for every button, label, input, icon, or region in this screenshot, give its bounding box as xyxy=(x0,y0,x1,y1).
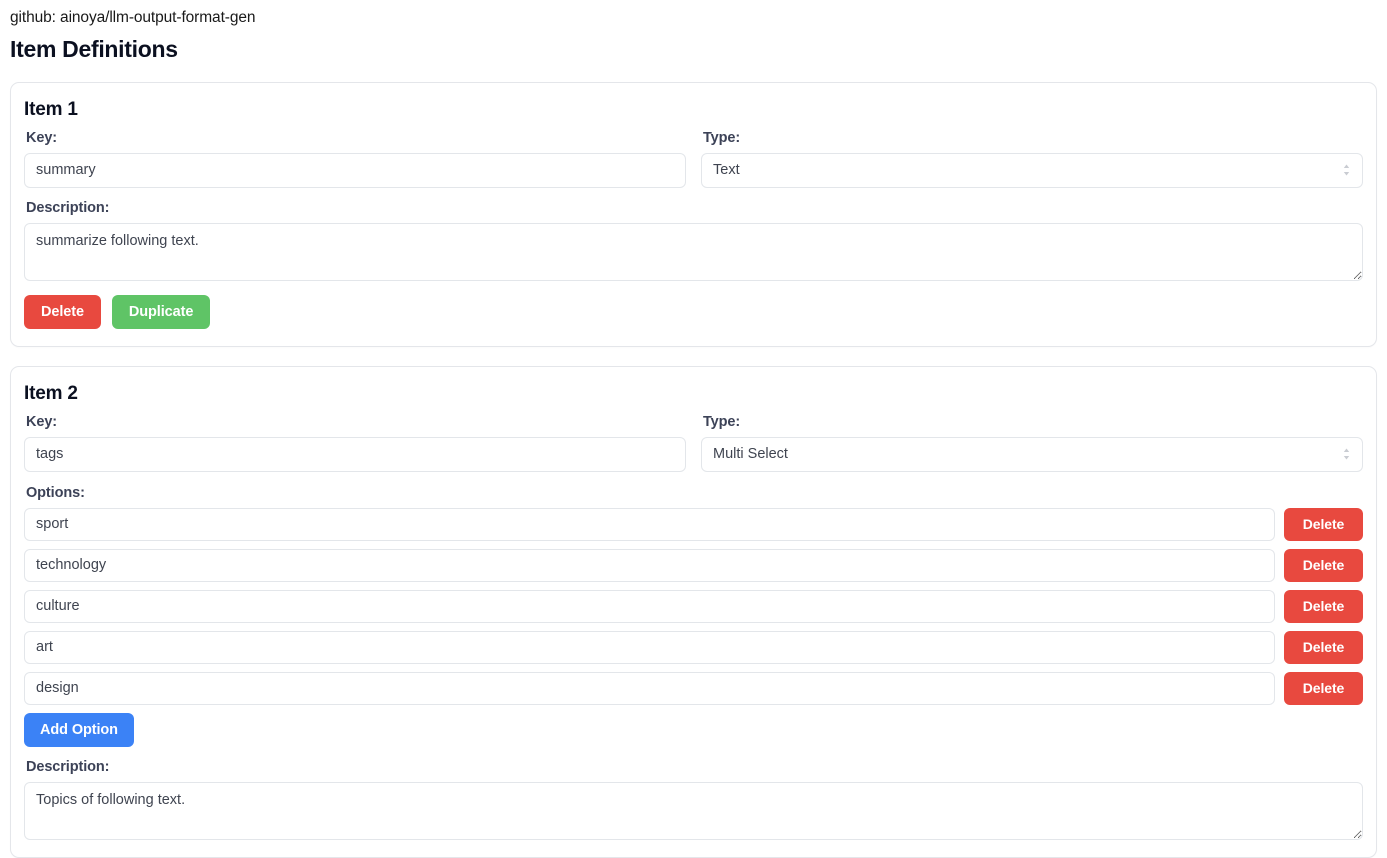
option-row: Delete xyxy=(24,589,1363,623)
item-2-description-textarea[interactable]: Topics of following text. xyxy=(24,781,1363,840)
item-1-key-input[interactable] xyxy=(24,152,686,188)
repo-source-line: github: ainoya/llm-output-format-gen xyxy=(10,9,256,26)
item-1-key-field: Key: xyxy=(24,130,686,188)
option-row: Delete xyxy=(24,507,1363,541)
item-2-title: Item 2 xyxy=(24,382,78,404)
item-2-key-label: Key: xyxy=(26,413,58,430)
option-delete-button-5[interactable]: Delete xyxy=(1284,671,1363,705)
item-2-type-select[interactable] xyxy=(701,436,1363,472)
item-2-options-label: Options: xyxy=(26,484,85,501)
item-1-type-select[interactable] xyxy=(701,152,1363,188)
item-2-description-field: Description: Topics of following text. xyxy=(24,759,1363,840)
item-2-options-block: Options: Delete Delete Delete Delete Del… xyxy=(24,485,1363,747)
item-1-description-label: Description: xyxy=(26,199,110,216)
item-1-actions: Delete Duplicate xyxy=(24,294,1363,329)
option-delete-button-1[interactable]: Delete xyxy=(1284,507,1363,541)
item-1-type-select-wrapper xyxy=(701,152,1363,188)
item-1-delete-button[interactable]: Delete xyxy=(24,294,101,329)
item-2-type-field: Type: xyxy=(701,414,1363,472)
option-row: Delete xyxy=(24,630,1363,664)
option-delete-button-3[interactable]: Delete xyxy=(1284,589,1363,623)
add-option-button[interactable]: Add Option xyxy=(24,712,134,747)
option-input-1[interactable] xyxy=(24,507,1275,541)
page-title: Item Definitions xyxy=(10,35,178,62)
item-card-2: Item 2 Key: Type: xyxy=(10,365,1377,858)
item-1-title: Item 1 xyxy=(24,98,78,120)
item-2-type-select-wrapper xyxy=(701,436,1363,472)
item-1-description-textarea[interactable]: summarize following text. xyxy=(24,222,1363,281)
item-1-type-label: Type: xyxy=(703,129,741,146)
option-input-3[interactable] xyxy=(24,589,1275,623)
option-delete-button-4[interactable]: Delete xyxy=(1284,630,1363,664)
item-2-key-type-row: Key: Type: xyxy=(24,414,1363,472)
option-row: Delete xyxy=(24,671,1363,705)
item-1-type-field: Type: xyxy=(701,130,1363,188)
option-input-2[interactable] xyxy=(24,548,1275,582)
option-input-4[interactable] xyxy=(24,630,1275,664)
add-option-wrapper: Add Option xyxy=(24,712,1363,747)
item-1-key-label: Key: xyxy=(26,129,58,146)
item-2-type-label: Type: xyxy=(703,413,741,430)
item-card-1: Item 1 Key: Type: xyxy=(10,81,1377,347)
item-2-description-label: Description: xyxy=(26,758,110,775)
item-1-description-field: Description: summarize following text. xyxy=(24,200,1363,281)
option-row: Delete xyxy=(24,548,1363,582)
option-input-5[interactable] xyxy=(24,671,1275,705)
item-1-key-type-row: Key: Type: xyxy=(24,130,1363,188)
item-2-key-field: Key: xyxy=(24,414,686,472)
item-2-key-input[interactable] xyxy=(24,436,686,472)
option-delete-button-2[interactable]: Delete xyxy=(1284,548,1363,582)
item-1-duplicate-button[interactable]: Duplicate xyxy=(111,294,211,329)
page-container: github: ainoya/llm-output-format-gen Ite… xyxy=(0,0,1387,858)
